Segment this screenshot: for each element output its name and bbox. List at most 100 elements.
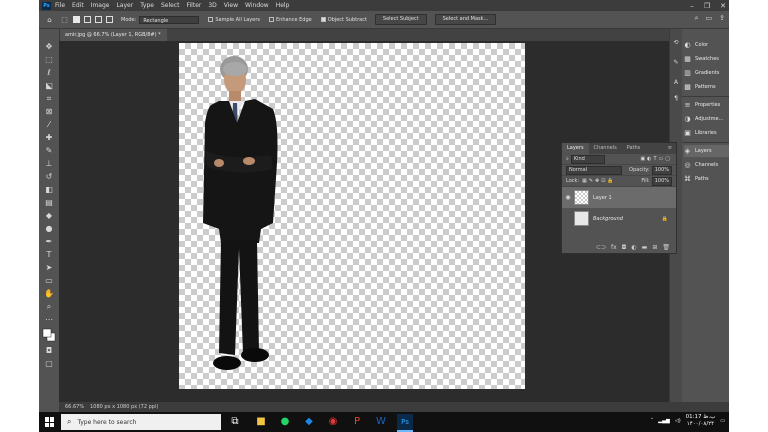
menu-edit[interactable]: Edit — [72, 2, 84, 9]
filter-icons[interactable]: ▣◐T▭▢ — [640, 156, 672, 162]
paragraph-icon[interactable]: ¶ — [670, 93, 682, 104]
menu-file[interactable]: File — [55, 2, 65, 9]
whatsapp-icon[interactable]: ● — [279, 416, 291, 428]
panel-libraries[interactable]: ▣ Libraries — [684, 127, 716, 139]
menu-3d[interactable]: 3D — [208, 2, 216, 9]
document-canvas[interactable] — [179, 43, 525, 389]
panel-color[interactable]: ◐ Color — [684, 39, 708, 51]
fx-icon[interactable]: fx — [611, 244, 617, 251]
panel-adjustments[interactable]: ◑ Adjustme... — [684, 113, 723, 125]
quick-mask-icon[interactable]: ◘ — [39, 345, 59, 356]
screen-mode-icon[interactable]: ▢ — [39, 358, 59, 369]
chevron-up-icon[interactable]: ˄ — [651, 418, 654, 424]
menu-help[interactable]: Help — [276, 2, 290, 9]
file-explorer-icon[interactable]: ■ — [255, 416, 267, 428]
network-icon[interactable]: ▂▄▆ — [658, 418, 670, 424]
share-icon[interactable]: ⇪ — [719, 14, 725, 23]
link-layers-icon[interactable]: ⊂⊃ — [596, 244, 606, 251]
home-icon[interactable]: ⌂ — [45, 15, 54, 24]
lasso-tool-icon[interactable]: ℓ — [39, 67, 59, 78]
notifications-icon[interactable]: ▭ — [720, 418, 725, 424]
layer-row-background[interactable]: Background 🔒 — [562, 208, 676, 229]
layer-row-layer1[interactable]: ◉ Layer 1 — [562, 187, 676, 208]
dropbox-icon[interactable]: ◆ — [303, 416, 315, 428]
mode-select[interactable]: Rectangle — [139, 15, 200, 24]
shape-tool-icon[interactable]: ▭ — [39, 275, 59, 286]
menu-filter[interactable]: Filter — [187, 2, 202, 9]
history-icon[interactable]: ⟲ — [670, 37, 682, 48]
minimize-button[interactable]: – — [690, 2, 694, 10]
enhance-edge-checkbox[interactable]: Enhance Edge — [268, 17, 312, 23]
menu-window[interactable]: Window — [245, 2, 269, 9]
color-swatches-icon[interactable] — [39, 328, 59, 342]
object-selection-tool-icon[interactable]: ⬚ — [60, 15, 69, 24]
workspace-icon[interactable]: ▭ — [706, 14, 713, 23]
brush-tool-icon[interactable]: ✎ — [39, 145, 59, 156]
eraser-tool-icon[interactable]: ◧ — [39, 184, 59, 195]
trash-icon[interactable]: 🗑 — [662, 244, 670, 251]
eyedropper-tool-icon[interactable]: ⁄ — [39, 119, 59, 130]
panel-gradients[interactable]: ▥ Gradients — [684, 67, 719, 79]
character-icon[interactable]: A — [670, 77, 682, 88]
search-icon[interactable]: ⌕ — [695, 14, 699, 23]
crop-tool-icon[interactable]: ⌗ — [39, 93, 59, 104]
healing-brush-tool-icon[interactable]: ✚ — [39, 132, 59, 143]
panel-patterns[interactable]: ▩ Patterns — [684, 81, 715, 93]
lock-icons[interactable]: ▦✎✥⊡🔒 — [582, 178, 616, 184]
powerpoint-icon[interactable]: P — [351, 416, 363, 428]
opacity-input[interactable]: 100% — [651, 165, 672, 175]
document-tab[interactable]: amir.jpg @ 66.7% (Layer 1, RGB/8#) * — [59, 29, 167, 41]
move-tool-icon[interactable]: ✥ — [39, 41, 59, 52]
select-subject-button[interactable]: Select Subject — [374, 14, 427, 25]
windows-start-icon[interactable] — [45, 417, 55, 427]
select-and-mask-button[interactable]: Select and Mask... — [434, 14, 497, 25]
panel-paths[interactable]: ⌘ Paths — [684, 173, 709, 185]
taskbar-search-box[interactable]: ⌕ Type here to search — [61, 414, 221, 430]
maximize-button[interactable]: ❐ — [704, 2, 710, 10]
sample-all-layers-checkbox[interactable]: Sample All Layers — [208, 17, 260, 23]
marquee-tool-icon[interactable]: ⬚ — [39, 54, 59, 65]
layer-name[interactable]: Layer 1 — [593, 195, 612, 201]
subtract-selection-icon[interactable] — [95, 16, 102, 23]
menu-type[interactable]: Type — [140, 2, 154, 9]
menu-select[interactable]: Select — [161, 2, 180, 9]
tab-layers[interactable]: Layers — [562, 143, 589, 154]
tab-channels[interactable]: Channels — [589, 143, 622, 154]
task-view-icon[interactable]: ⧉ — [229, 416, 241, 428]
history-brush-tool-icon[interactable]: ↺ — [39, 171, 59, 182]
menu-layer[interactable]: Layer — [116, 2, 133, 9]
gradient-tool-icon[interactable]: ▤ — [39, 197, 59, 208]
menu-image[interactable]: Image — [91, 2, 110, 9]
new-selection-icon[interactable] — [73, 16, 80, 23]
zoom-tool-icon[interactable]: ⌕ — [39, 301, 59, 312]
more-tools-icon[interactable]: ⋯ — [39, 314, 59, 325]
pen-tool-icon[interactable]: ✒ — [39, 236, 59, 247]
intersect-selection-icon[interactable] — [106, 16, 113, 23]
frame-tool-icon[interactable]: ⊠ — [39, 106, 59, 117]
word-icon[interactable]: W — [375, 416, 387, 428]
layer-name[interactable]: Background — [593, 216, 623, 222]
panel-properties[interactable]: ≡ Properties — [684, 99, 721, 111]
panel-layers[interactable]: ◈ Layers — [684, 145, 729, 157]
brush-settings-icon[interactable]: ✎ — [670, 57, 682, 68]
add-selection-icon[interactable] — [84, 16, 91, 23]
photoshop-taskbar-icon[interactable]: Ps — [397, 414, 413, 432]
object-subtract-checkbox[interactable]: Object Subtract — [320, 17, 367, 23]
volume-icon[interactable]: ◁) — [675, 418, 681, 424]
panel-channels[interactable]: ◎ Channels — [684, 159, 718, 171]
blur-tool-icon[interactable]: ◆ — [39, 210, 59, 221]
object-selection-tool-icon[interactable]: ⬕ — [39, 80, 59, 91]
fill-input[interactable]: 100% — [651, 176, 672, 186]
eye-icon[interactable]: ◉ — [562, 194, 574, 201]
chrome-icon[interactable]: ◉ — [327, 416, 339, 428]
panel-swatches[interactable]: ▦ Swatches — [684, 53, 719, 65]
clone-stamp-tool-icon[interactable]: ⊥ — [39, 158, 59, 169]
menu-view[interactable]: View — [224, 2, 238, 9]
dodge-tool-icon[interactable]: ● — [39, 223, 59, 234]
add-mask-icon[interactable]: ◘ — [622, 244, 627, 251]
hand-tool-icon[interactable]: ✋ — [39, 288, 59, 299]
tab-paths[interactable]: Paths — [622, 143, 646, 154]
new-group-icon[interactable]: ▬ — [642, 244, 648, 251]
blend-mode-select[interactable]: Normal — [566, 165, 622, 175]
zoom-level[interactable]: 66.67% — [65, 404, 84, 410]
